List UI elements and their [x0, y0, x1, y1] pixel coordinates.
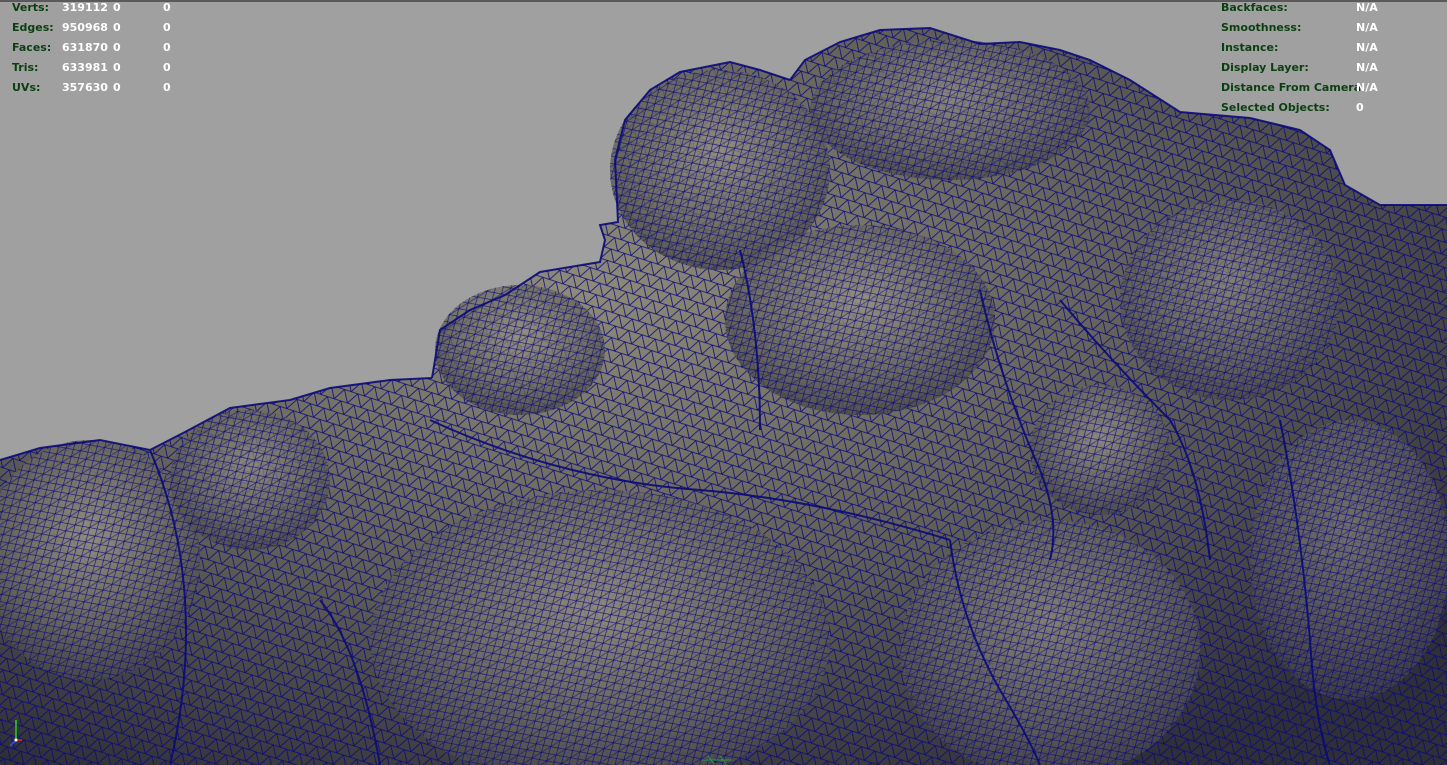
hud-row-distance: Distance From Camera: N/A: [1221, 78, 1421, 98]
poly-count-hud: Verts: 319112 0 0 Edges: 950968 0 0 Face…: [12, 0, 202, 98]
hud-row-tris: Tris: 633981 0 0: [12, 58, 202, 78]
display-layer-label: Display Layer:: [1221, 61, 1309, 74]
display-layer-value: N/A: [1356, 61, 1378, 74]
smoothness-label: Smoothness:: [1221, 21, 1302, 34]
3d-viewport[interactable]: Verts: 319112 0 0 Edges: 950968 0 0 Face…: [0, 0, 1447, 765]
hud-row-backfaces: Backfaces: N/A: [1221, 0, 1421, 18]
object-info-hud: Backfaces: N/A Smoothness: N/A Instance:…: [1221, 0, 1421, 118]
edges-total: 950968: [62, 21, 108, 34]
instance-value: N/A: [1356, 41, 1378, 54]
backfaces-label: Backfaces:: [1221, 1, 1288, 14]
uvs-label: UVs:: [12, 81, 41, 94]
faces-total: 631870: [62, 41, 108, 54]
hud-row-faces: Faces: 631870 0 0: [12, 38, 202, 58]
hud-row-verts: Verts: 319112 0 0: [12, 0, 202, 18]
tris-selected: 0: [113, 61, 121, 74]
distance-from-camera-label: Distance From Camera:: [1221, 81, 1366, 94]
selected-objects-label: Selected Objects:: [1221, 101, 1330, 114]
hud-row-instance: Instance: N/A: [1221, 38, 1421, 58]
smoothness-value: N/A: [1356, 21, 1378, 34]
edges-label: Edges:: [12, 21, 54, 34]
faces-selected: 0: [113, 41, 121, 54]
origin-grid-icon: [702, 755, 732, 765]
verts-total: 319112: [62, 1, 108, 14]
hud-row-edges: Edges: 950968 0 0: [12, 18, 202, 38]
instance-label: Instance:: [1221, 41, 1279, 54]
backfaces-value: N/A: [1356, 1, 1378, 14]
uvs-total: 357630: [62, 81, 108, 94]
uvs-extra: 0: [163, 81, 171, 94]
hud-row-display-layer: Display Layer: N/A: [1221, 58, 1421, 78]
verts-label: Verts:: [12, 1, 50, 14]
hud-row-uvs: UVs: 357630 0 0: [12, 78, 202, 98]
hud-row-selected-objects: Selected Objects: 0: [1221, 98, 1421, 118]
uvs-selected: 0: [113, 81, 121, 94]
tris-label: Tris:: [12, 61, 39, 74]
distance-from-camera-value: N/A: [1356, 81, 1378, 94]
faces-extra: 0: [163, 41, 171, 54]
tris-total: 633981: [62, 61, 108, 74]
faces-label: Faces:: [12, 41, 52, 54]
hud-row-smoothness: Smoothness: N/A: [1221, 18, 1421, 38]
verts-extra: 0: [163, 1, 171, 14]
edges-selected: 0: [113, 21, 121, 34]
axis-gizmo-icon: [9, 720, 22, 747]
selected-objects-value: 0: [1356, 101, 1364, 114]
edges-extra: 0: [163, 21, 171, 34]
tris-extra: 0: [163, 61, 171, 74]
verts-selected: 0: [113, 1, 121, 14]
